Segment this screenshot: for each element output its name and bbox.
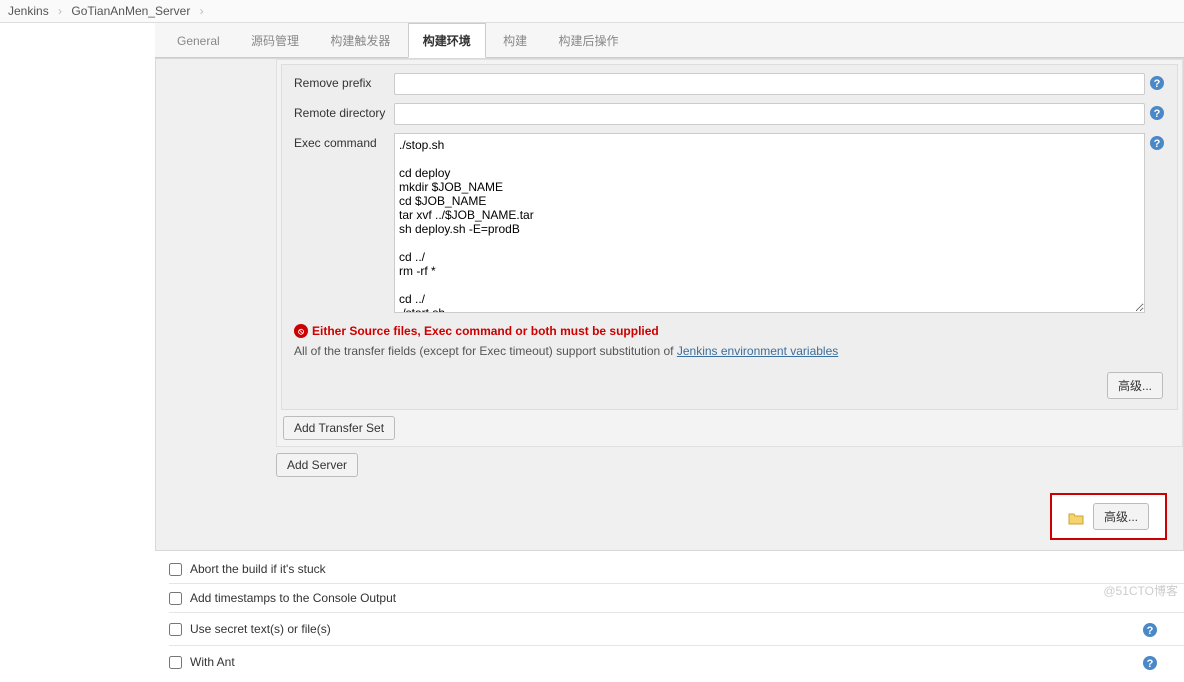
build-env-section: Remove prefix ? Remote directory ? Exec … [155,58,1184,551]
with-ant-checkbox[interactable] [169,656,182,669]
svg-text:?: ? [1147,658,1154,670]
env-vars-link[interactable]: Jenkins environment variables [677,344,838,358]
use-secret-label: Use secret text(s) or file(s) [190,622,331,636]
help-icon[interactable]: ? [1149,135,1165,151]
advanced-button[interactable]: 高级... [1093,503,1149,530]
error-text: Either Source files, Exec command or bot… [312,324,659,338]
chevron-right-icon: › [58,4,62,18]
folder-icon [1068,511,1084,525]
advanced-transfer-button[interactable]: 高级... [1107,372,1163,399]
transfer-set-box: Remove prefix ? Remote directory ? Exec … [281,64,1178,410]
tab-triggers[interactable]: 构建触发器 [316,24,404,57]
servers-panel: Remove prefix ? Remote directory ? Exec … [276,59,1183,447]
add-server-button[interactable]: Add Server [276,453,358,477]
abort-if-stuck-label: Abort the build if it's stuck [190,562,326,576]
add-timestamps-label: Add timestamps to the Console Output [190,591,396,605]
add-transfer-set-button[interactable]: Add Transfer Set [283,416,395,440]
svg-text:?: ? [1154,138,1161,150]
svg-text:?: ? [1147,625,1154,637]
use-secret-checkbox[interactable] [169,623,182,636]
remove-prefix-input[interactable] [394,73,1145,95]
tab-postbuild[interactable]: 构建后操作 [544,24,632,57]
with-ant-label: With Ant [190,655,235,669]
svg-text:?: ? [1154,108,1161,120]
error-icon: ⦸ [294,324,308,338]
help-text: All of the transfer fields (except for E… [286,342,1173,366]
tab-general[interactable]: General [163,26,234,56]
remote-dir-input[interactable] [394,103,1145,125]
watermark: @51CTO博客 [1103,582,1178,599]
svg-text:?: ? [1154,78,1161,90]
abort-if-stuck-checkbox[interactable] [169,563,182,576]
tab-build[interactable]: 构建 [489,24,541,57]
exec-command-textarea[interactable]: ./stop.sh cd deploy mkdir $JOB_NAME cd $… [394,133,1145,313]
chevron-right-icon: › [200,4,204,18]
breadcrumb-item[interactable]: GoTianAnMen_Server [71,4,190,18]
help-icon[interactable]: ? [1149,105,1165,121]
tab-scm[interactable]: 源码管理 [237,24,313,57]
remote-dir-label: Remote directory [294,103,394,120]
tab-env[interactable]: 构建环境 [408,23,486,58]
breadcrumb: Jenkins › GoTianAnMen_Server › [0,0,1184,23]
help-icon[interactable]: ? [1149,75,1165,91]
build-env-options: Abort the build if it's stuck Add timest… [155,551,1184,682]
add-timestamps-checkbox[interactable] [169,592,182,605]
advanced-highlight: 高级... [1050,493,1167,540]
validation-error: ⦸ Either Source files, Exec command or b… [286,320,1173,342]
help-icon[interactable]: ? [1142,622,1158,638]
exec-command-label: Exec command [294,133,394,150]
help-icon[interactable]: ? [1142,655,1158,671]
breadcrumb-item[interactable]: Jenkins [8,4,49,18]
tab-bar: General 源码管理 构建触发器 构建环境 构建 构建后操作 [155,23,1184,58]
remove-prefix-label: Remove prefix [294,73,394,90]
